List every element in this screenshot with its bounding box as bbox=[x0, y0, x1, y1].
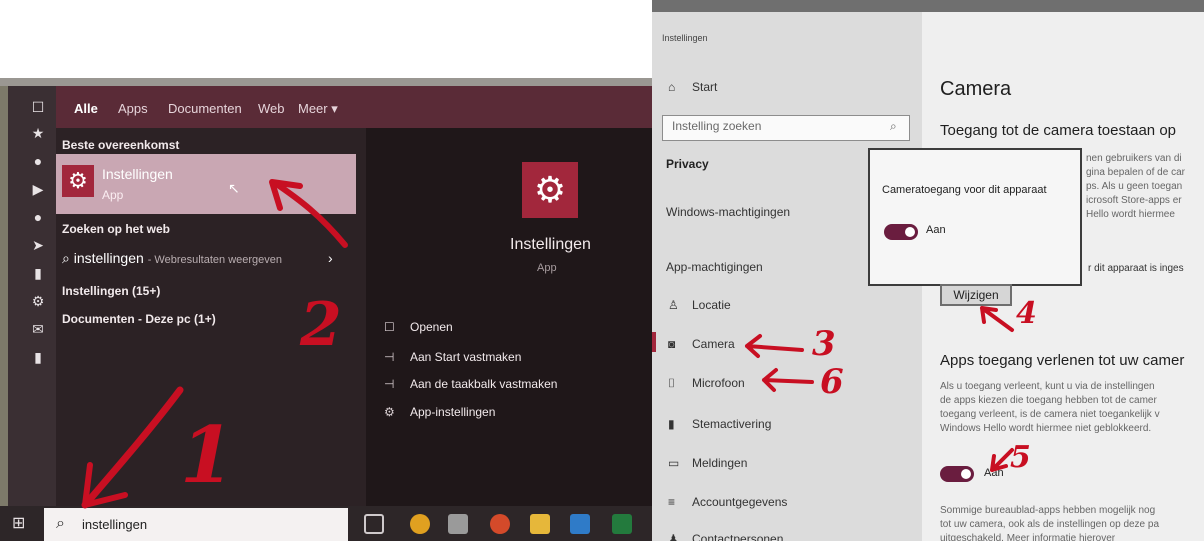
annotation-arrow-6 bbox=[762, 368, 814, 392]
annotation-number-4: 4 bbox=[1016, 296, 1037, 331]
annotation-arrow-2 bbox=[272, 180, 348, 248]
annotation-number-5: 5 bbox=[1010, 440, 1031, 475]
annotation-number-3: 3 bbox=[812, 324, 836, 364]
annotation-arrow-5 bbox=[990, 448, 1014, 472]
annotation-number-1: 1 bbox=[180, 410, 235, 501]
annotation-arrow-3 bbox=[745, 334, 804, 358]
annotation-arrow-1 bbox=[81, 386, 184, 509]
annotation-arrows-right bbox=[745, 306, 1014, 472]
annotation-arrows-left bbox=[81, 179, 348, 509]
annotation-number-6: 6 bbox=[820, 362, 844, 402]
annotation-arrow-4 bbox=[980, 306, 1014, 332]
annotation-number-2: 2 bbox=[300, 290, 342, 360]
